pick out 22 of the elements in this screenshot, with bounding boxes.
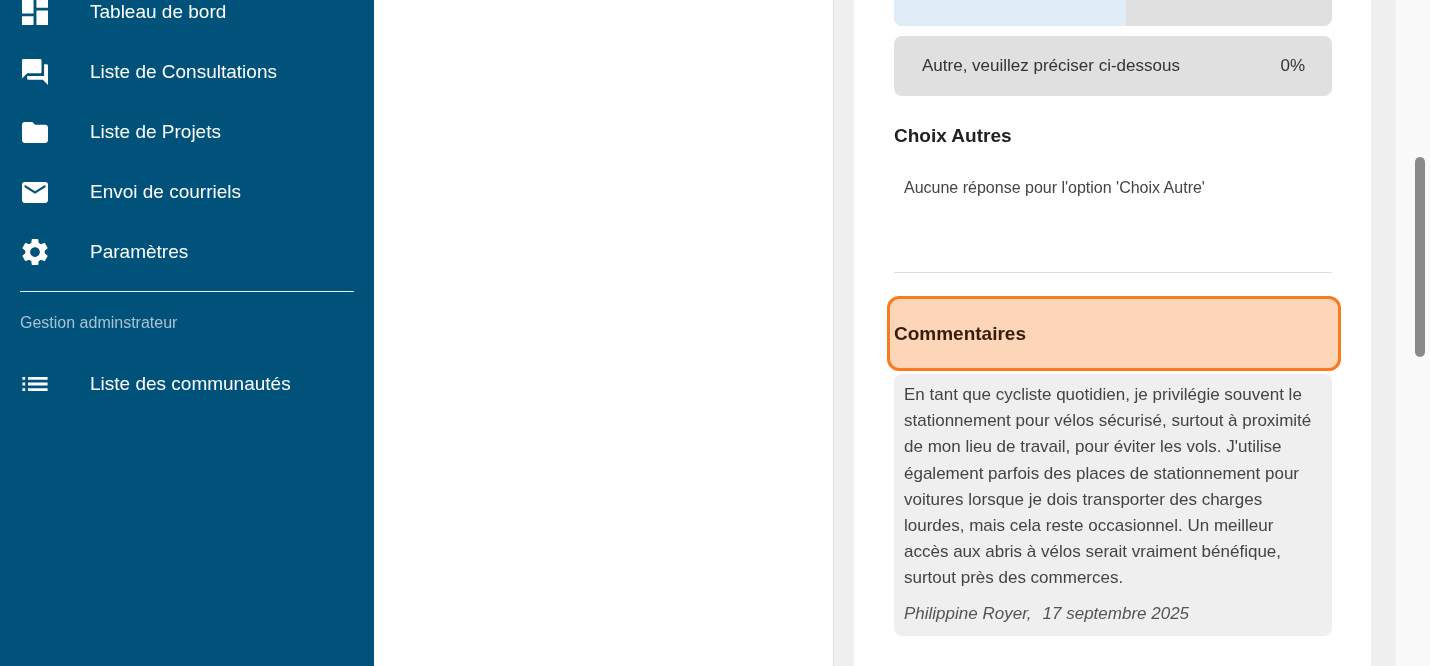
empty-message: Aucune réponse pour l'option 'Choix Autre' bbox=[904, 178, 1206, 198]
section-title: Choix Autres bbox=[894, 124, 1013, 148]
sidebar-item[interactable]: Liste de Projets bbox=[0, 102, 374, 162]
sidebar-item[interactable]: Liste de Consultations bbox=[0, 42, 374, 102]
option-percent: 0% bbox=[1280, 56, 1305, 76]
sidebar-item[interactable]: Paramètres bbox=[0, 222, 374, 282]
list-icon bbox=[22, 377, 48, 391]
comment-author: Philippine Royer, bbox=[904, 603, 1032, 624]
folder-icon bbox=[22, 121, 48, 143]
section-label: Gestion adminstrateur bbox=[20, 314, 179, 332]
dashboard-icon bbox=[22, 0, 48, 25]
mail-icon bbox=[22, 181, 48, 203]
option-label: Autre, veuillez préciser ci-dessous bbox=[922, 56, 1180, 76]
comments-heading: Commentaires bbox=[887, 296, 1341, 371]
sidebar-item[interactable]: Tableau de bord bbox=[0, 0, 374, 42]
settings-icon bbox=[22, 239, 48, 265]
sidebar-item[interactable]: Liste des communautés bbox=[0, 354, 374, 414]
sidebar-item[interactable]: Envoi de courriels bbox=[0, 162, 374, 222]
comment-text: En tant que cycliste quotidien, je privilégie souvent le stationnement pour vélos sécurisé, surtout à proximité de mon lieu de travail, pour éviter les vols. J'utilise également parfois des places de stationnement pour voitures lorsque je dois transporter des charges lourdes, mais cela reste occasionnel. Un meilleur accès aux abris à vélos serait vraiment bénéfique, surtout près des commerces. bbox=[904, 384, 1313, 590]
comment-date: 17 septembre 2025 bbox=[1042, 603, 1190, 624]
scrollbar-thumb[interactable] bbox=[1415, 157, 1425, 357]
chat-bubbles-icon bbox=[22, 59, 48, 85]
